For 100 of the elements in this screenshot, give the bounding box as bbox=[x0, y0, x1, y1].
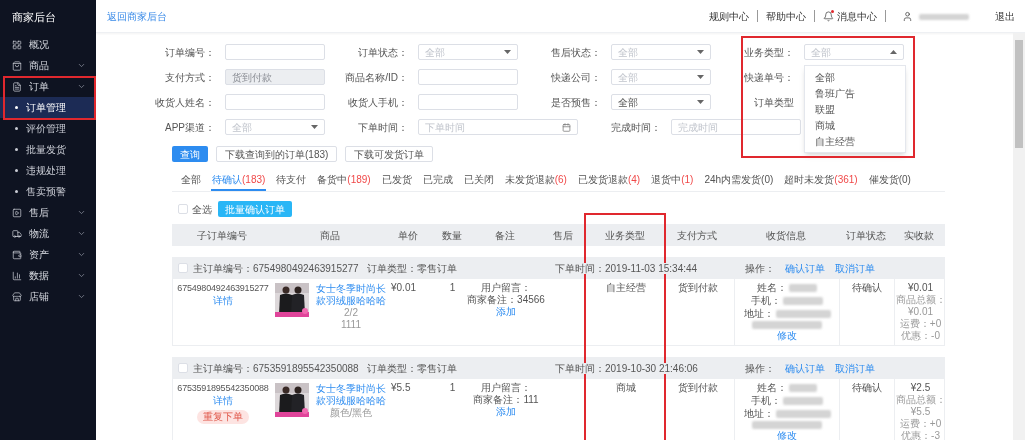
amount-detail: 商品总额： bbox=[895, 394, 946, 406]
input-field[interactable] bbox=[418, 69, 518, 85]
business-type: 自主经营 bbox=[606, 282, 646, 295]
redacted-text bbox=[919, 13, 969, 20]
select-field[interactable]: 全部 bbox=[611, 94, 711, 110]
sidebar-item[interactable]: 数据 bbox=[0, 265, 96, 286]
tab[interactable]: 24h内需发货(0) bbox=[703, 170, 775, 191]
field-label: 订单编号： bbox=[164, 45, 215, 60]
play-square-icon bbox=[12, 207, 22, 218]
input-field[interactable] bbox=[418, 94, 518, 110]
add-link[interactable]: 添加 bbox=[496, 406, 516, 418]
product-spec: 1111 bbox=[341, 319, 361, 331]
sidebar-subitem[interactable]: 评价管理 bbox=[0, 118, 96, 139]
tab[interactable]: 退货中(1) bbox=[650, 170, 695, 191]
dropdown-option[interactable]: 商城 bbox=[805, 117, 905, 133]
logout-link[interactable]: 退出 bbox=[995, 8, 1015, 24]
column-header: 数量 bbox=[441, 228, 462, 243]
payment-method: 货到付款 bbox=[677, 382, 718, 395]
tab[interactable]: 催发货(0) bbox=[867, 170, 912, 191]
field-label: 收货人手机： bbox=[347, 95, 408, 110]
product-spec: 颜色/黑色 bbox=[329, 407, 373, 419]
caret-icon bbox=[890, 50, 897, 54]
sidebar-item[interactable]: 商品 bbox=[0, 55, 96, 76]
scrollbar[interactable] bbox=[1013, 33, 1025, 440]
product-title-link[interactable]: 女士冬季时尚长款羽绒服哈哈哈 bbox=[313, 383, 389, 407]
receiver-label: 地址： bbox=[743, 408, 774, 420]
tab[interactable]: 已发货退款(4) bbox=[576, 170, 642, 191]
tab[interactable]: 未发货退款(6) bbox=[503, 170, 568, 191]
dropdown-option[interactable]: 鲁班广告 bbox=[805, 85, 905, 101]
edit-link[interactable]: 修改 bbox=[777, 330, 797, 342]
receiver-label: 姓名： bbox=[757, 382, 787, 394]
tab[interactable]: 超时未发货(361) bbox=[783, 170, 859, 191]
caret-icon bbox=[504, 50, 511, 54]
column-header: 订单状态 bbox=[846, 228, 886, 243]
header-link[interactable]: 消息中心 bbox=[823, 8, 877, 24]
dropdown-option[interactable]: 自主经营 bbox=[805, 133, 905, 149]
add-link[interactable]: 添加 bbox=[496, 306, 516, 318]
payment-method: 货到付款 bbox=[677, 282, 718, 295]
amount: ¥0.01 bbox=[908, 282, 933, 294]
field-label: 收货人姓名： bbox=[154, 95, 215, 110]
actions-label: 操作： bbox=[745, 261, 775, 276]
edit-link[interactable]: 修改 bbox=[777, 430, 797, 440]
input-field[interactable] bbox=[225, 44, 325, 60]
document-icon bbox=[12, 81, 22, 92]
detail-link[interactable]: 详情 bbox=[213, 395, 233, 407]
field-label: 是否预售： bbox=[550, 95, 601, 110]
app-title: 商家后台 bbox=[12, 9, 56, 25]
sidebar-item[interactable]: 店铺 bbox=[0, 286, 96, 307]
order-type: 订单类型：零售订单 bbox=[367, 261, 458, 276]
field-label: 售后状态： bbox=[550, 45, 601, 60]
user-icon bbox=[902, 10, 913, 22]
dropdown-option[interactable]: 全部 bbox=[805, 69, 905, 85]
scrollbar-thumb[interactable] bbox=[1015, 40, 1023, 148]
sidebar-subitem[interactable]: 批量发货 bbox=[0, 139, 96, 160]
sidebar-subitem[interactable]: 订单管理 bbox=[0, 97, 96, 118]
header-link[interactable]: 规则中心 bbox=[709, 8, 749, 24]
receiver-label: 手机： bbox=[751, 295, 781, 307]
checkbox[interactable] bbox=[178, 363, 188, 373]
order-number: 主订单编号：6754980492463915277 bbox=[193, 261, 359, 276]
detail-link[interactable]: 详情 bbox=[213, 295, 233, 307]
sidebar-item[interactable]: 概况 bbox=[0, 34, 96, 55]
redacted-text bbox=[783, 297, 823, 305]
checkbox[interactable] bbox=[178, 263, 188, 273]
unit-price: ¥5.5 bbox=[391, 382, 411, 393]
checkbox[interactable] bbox=[178, 204, 188, 214]
checkbox-label: 全选 bbox=[192, 202, 212, 217]
input-field[interactable] bbox=[225, 94, 325, 110]
column-header: 售后 bbox=[552, 228, 573, 243]
receiver-label: 姓名： bbox=[757, 282, 787, 294]
merchant-remark: 商家备注：34566 bbox=[467, 294, 545, 306]
caret-icon bbox=[697, 100, 704, 104]
column-header: 子订单编号 bbox=[197, 228, 247, 243]
tab[interactable]: 待支付 bbox=[275, 170, 308, 191]
tab[interactable]: 已关闭 bbox=[462, 170, 495, 191]
product-title-link[interactable]: 女士冬季时尚长款羽绒服哈哈哈 bbox=[313, 283, 389, 307]
field-label: 下单时间： bbox=[357, 120, 408, 135]
download-button[interactable]: 下载可发货订单 bbox=[345, 146, 434, 162]
back-link[interactable]: 返回商家后台 bbox=[107, 8, 167, 24]
field-label: 业务类型： bbox=[743, 45, 794, 60]
field-label: 快递公司： bbox=[550, 70, 601, 85]
amount-detail: 商品总额： bbox=[895, 294, 946, 306]
sidebar-item[interactable]: 订单 bbox=[0, 76, 96, 97]
dropdown-option[interactable]: 联盟 bbox=[805, 101, 905, 117]
tab[interactable]: 全部 bbox=[180, 170, 202, 191]
merchant-remark: 商家备注：111 bbox=[473, 394, 539, 406]
amount-detail: ¥5.5 bbox=[910, 406, 931, 418]
header-link[interactable]: 帮助中心 bbox=[766, 8, 806, 24]
column-header: 收货信息 bbox=[766, 228, 806, 243]
download-button[interactable]: 下载查询到的订单(183) bbox=[216, 146, 338, 162]
tab[interactable]: 备货中(189) bbox=[316, 170, 372, 191]
sidebar-item[interactable]: 售后 bbox=[0, 202, 96, 223]
tab[interactable]: 待确认(183) bbox=[211, 170, 267, 191]
sidebar-subitem[interactable]: 违规处理 bbox=[0, 160, 96, 181]
bell-icon bbox=[823, 10, 834, 22]
sidebar-item[interactable]: 物流 bbox=[0, 223, 96, 244]
tab[interactable]: 已发货 bbox=[380, 170, 413, 191]
sidebar-item[interactable]: 资产 bbox=[0, 244, 96, 265]
sidebar-subitem[interactable]: 售卖预警 bbox=[0, 181, 96, 202]
tab[interactable]: 已完成 bbox=[421, 170, 454, 191]
column-header: 单价 bbox=[398, 228, 418, 243]
